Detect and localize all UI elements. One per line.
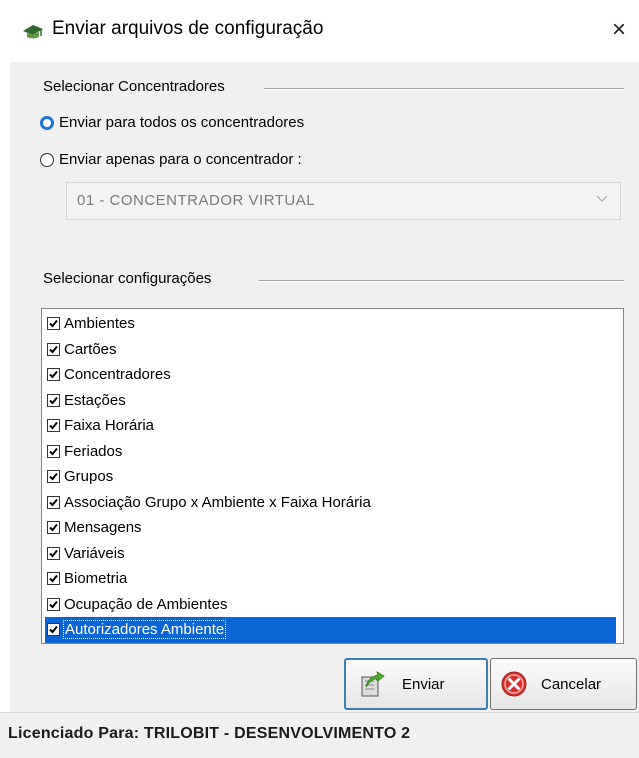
checklist-label: Ambientes bbox=[64, 315, 135, 333]
checkmark-icon bbox=[49, 498, 58, 507]
license-text: Licenciado Para: TRILOBIT - DESENVOLVIME… bbox=[8, 725, 411, 742]
checklist-label: Feriados bbox=[64, 442, 123, 460]
group-title-concentradores: Selecionar Concentradores bbox=[43, 78, 227, 95]
checklist-item[interactable]: Concentradores bbox=[45, 362, 616, 388]
checkbox[interactable] bbox=[47, 521, 60, 535]
checklist-label: Grupos bbox=[64, 468, 114, 486]
send-button[interactable]: Enviar bbox=[344, 658, 488, 710]
checkmark-icon bbox=[49, 575, 58, 583]
checklist-item-selected[interactable]: Autorizadores Ambiente bbox=[45, 617, 616, 643]
config-checklist[interactable]: Ambientes Cartões Concentradores Estaçõe… bbox=[41, 308, 624, 644]
send-button-label: Enviar bbox=[402, 675, 445, 693]
checkbox[interactable] bbox=[47, 393, 60, 407]
checklist-label: Ocupação de Ambientes bbox=[64, 595, 228, 613]
checkbox[interactable] bbox=[47, 495, 60, 509]
checkmark-icon bbox=[49, 626, 58, 634]
checkbox[interactable] bbox=[47, 470, 60, 484]
checklist-item[interactable]: Grupos bbox=[45, 464, 616, 490]
checklist-label: Mensagens bbox=[64, 519, 142, 537]
checkbox[interactable] bbox=[47, 597, 60, 611]
document-arrow-icon bbox=[361, 671, 385, 697]
checkbox[interactable] bbox=[47, 444, 60, 458]
checkmark-icon bbox=[49, 345, 58, 354]
checkmark-icon bbox=[49, 447, 58, 456]
checklist-item[interactable]: Biometria bbox=[45, 566, 616, 592]
radio-button-unchecked[interactable] bbox=[40, 152, 54, 167]
window-title: Enviar arquivos de configuração bbox=[52, 18, 324, 39]
checkbox[interactable] bbox=[47, 368, 60, 382]
title-bar: Enviar arquivos de configuração × bbox=[0, 0, 639, 62]
checklist-label: Autorizadores Ambiente bbox=[62, 620, 227, 640]
checkmark-icon bbox=[49, 600, 58, 609]
group-title-configuracoes: Selecionar configurações bbox=[43, 270, 214, 287]
app-icon bbox=[23, 25, 43, 39]
checklist-label: Associação Grupo x Ambiente x Faixa Horá… bbox=[64, 493, 371, 511]
checkmark-icon bbox=[49, 320, 58, 328]
group-divider bbox=[259, 280, 624, 282]
checklist-item[interactable]: Ambientes bbox=[45, 311, 616, 337]
checklist-label: Faixa Horária bbox=[64, 417, 155, 435]
checklist-item[interactable]: Ocupação de Ambientes bbox=[45, 592, 616, 618]
cancel-button[interactable]: Cancelar bbox=[490, 658, 637, 710]
checkmark-icon bbox=[49, 396, 58, 405]
checklist-item[interactable]: Estações bbox=[45, 388, 616, 414]
radio-single-concentrador[interactable]: Enviar apenas para o concentrador : bbox=[40, 151, 302, 168]
checklist-item[interactable]: Cartões bbox=[45, 337, 616, 363]
checklist-label: Cartões bbox=[64, 340, 117, 358]
checkmark-icon bbox=[49, 549, 58, 558]
close-icon: × bbox=[611, 16, 626, 43]
checkbox[interactable] bbox=[47, 546, 60, 560]
checklist-label: Biometria bbox=[64, 570, 128, 588]
concentrador-select-value: 01 - CONCENTRADOR VIRTUAL bbox=[77, 192, 316, 209]
checklist-item[interactable]: Associação Grupo x Ambiente x Faixa Horá… bbox=[45, 490, 616, 516]
concentrador-select[interactable]: 01 - CONCENTRADOR VIRTUAL bbox=[66, 182, 621, 220]
checkmark-icon bbox=[49, 371, 58, 379]
radio-button-checked[interactable] bbox=[40, 115, 54, 130]
group-divider bbox=[264, 88, 624, 90]
cancel-icon bbox=[501, 671, 527, 697]
checkmark-icon bbox=[49, 422, 58, 430]
checkmark-icon bbox=[49, 473, 58, 481]
checkbox[interactable] bbox=[47, 623, 60, 637]
status-bar: Licenciado Para: TRILOBIT - DESENVOLVIME… bbox=[0, 712, 639, 758]
checklist-label: Estações bbox=[64, 391, 126, 409]
checklist-item[interactable]: Variáveis bbox=[45, 541, 616, 567]
radio-label: Enviar apenas para o concentrador : bbox=[59, 151, 302, 168]
checklist-item[interactable]: Faixa Horária bbox=[45, 413, 616, 439]
checklist-item[interactable]: Feriados bbox=[45, 439, 616, 465]
checkbox[interactable] bbox=[47, 572, 60, 586]
radio-label: Enviar para todos os concentradores bbox=[59, 114, 305, 131]
chevron-down-icon bbox=[596, 195, 608, 202]
checkbox[interactable] bbox=[47, 317, 60, 331]
checklist-item[interactable]: Mensagens bbox=[45, 515, 616, 541]
checklist-label: Variáveis bbox=[64, 544, 125, 562]
checkmark-icon bbox=[49, 524, 58, 532]
checkbox[interactable] bbox=[47, 342, 60, 356]
checklist-label: Concentradores bbox=[64, 366, 171, 384]
close-button[interactable]: × bbox=[604, 15, 634, 45]
checkbox[interactable] bbox=[47, 419, 60, 433]
cancel-button-label: Cancelar bbox=[541, 675, 602, 693]
radio-all-concentradores[interactable]: Enviar para todos os concentradores bbox=[40, 114, 304, 131]
